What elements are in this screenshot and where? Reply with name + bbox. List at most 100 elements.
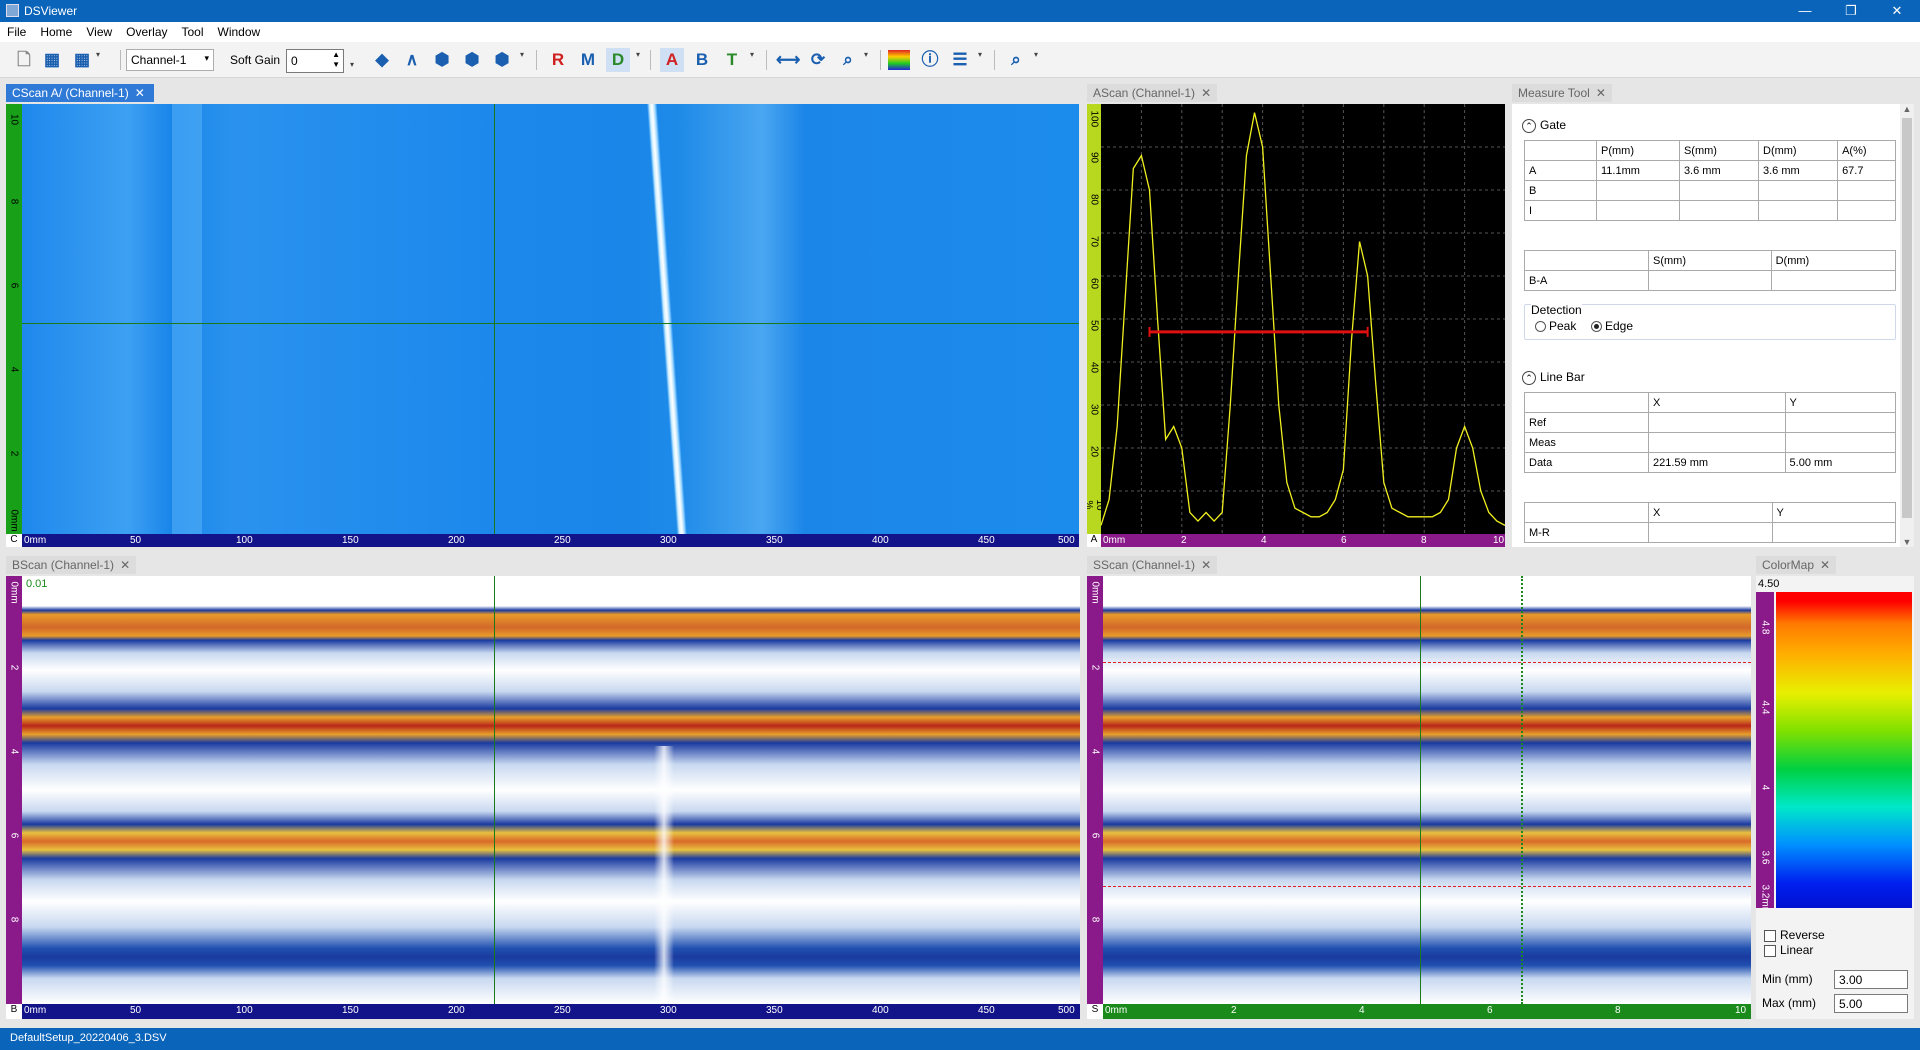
bscan-h-tick: 150 bbox=[342, 1005, 359, 1016]
min-label: Min (mm) bbox=[1762, 972, 1813, 986]
sscan-cursor-vertical[interactable] bbox=[1420, 576, 1421, 1004]
close-icon[interactable]: ✕ bbox=[1201, 558, 1211, 572]
chevron-down-icon[interactable]: ▾ bbox=[520, 50, 524, 59]
linebar-section-header[interactable]: ⌃ Line Bar bbox=[1522, 370, 1585, 385]
zoom-icon[interactable]: ⌕ bbox=[836, 48, 860, 72]
gate-i-icon[interactable]: T bbox=[720, 48, 744, 72]
refresh-icon[interactable]: ⟳ bbox=[806, 48, 830, 72]
new-file-icon[interactable]: 🗋 bbox=[12, 48, 36, 72]
menu-overlay[interactable]: Overlay bbox=[119, 22, 174, 42]
close-icon[interactable]: ✕ bbox=[135, 86, 145, 100]
cube-top-icon[interactable]: ⬢ bbox=[460, 48, 484, 72]
tab-bscan-label: BScan (Channel-1) bbox=[12, 558, 115, 572]
colormap-tick: 3.2mm bbox=[1759, 884, 1771, 909]
ref-cursor-icon[interactable]: R bbox=[546, 48, 570, 72]
tab-colormap[interactable]: ColorMap ✕ bbox=[1756, 556, 1837, 574]
measure-scrollbar[interactable]: ▲ ▼ bbox=[1900, 104, 1914, 547]
table-row[interactable]: A 11.1mm 3.6 mm 3.6 mm 67.7 bbox=[1524, 160, 1896, 181]
cscan-v-tick: 0mm bbox=[8, 509, 20, 532]
reverse-checkbox[interactable]: Reverse bbox=[1764, 928, 1825, 942]
radio-selected-icon[interactable] bbox=[1591, 321, 1602, 333]
chevron-down-icon[interactable]: ▾ bbox=[350, 60, 354, 69]
tab-cscan[interactable]: CScan A/ (Channel-1) ✕ bbox=[6, 84, 154, 102]
sscan-gate-bottom-line[interactable] bbox=[1103, 886, 1751, 887]
ascan-h-tick: 8 bbox=[1421, 535, 1427, 546]
list-icon[interactable]: ☰ bbox=[948, 48, 972, 72]
cscan-v-tick: 8 bbox=[8, 198, 20, 205]
cscan-image[interactable] bbox=[22, 104, 1079, 534]
colormap-panel: 4.50 4.8 4.4 4 3.6 3.2mm Reverse Linear … bbox=[1756, 576, 1914, 1019]
menu-file[interactable]: File bbox=[0, 22, 33, 42]
colormap-gradient[interactable] bbox=[1776, 592, 1912, 908]
meas-cursor-icon[interactable]: M bbox=[576, 48, 600, 72]
soft-gain-input[interactable]: 0 ▲ ▼ bbox=[286, 49, 344, 73]
spinner-arrows-icon[interactable]: ▲ ▼ bbox=[332, 50, 340, 70]
scroll-down-icon[interactable]: ▼ bbox=[1900, 537, 1914, 547]
collapse-icon[interactable]: ⌃ bbox=[1522, 119, 1536, 133]
ascan-wave-icon[interactable]: ∧ bbox=[400, 48, 424, 72]
maximize-button[interactable]: ❐ bbox=[1828, 0, 1874, 22]
detection-edge-option[interactable]: Edge bbox=[1591, 319, 1633, 333]
cube-side-icon[interactable]: ⬢ bbox=[490, 48, 514, 72]
table-row[interactable]: B bbox=[1524, 180, 1896, 201]
table-row[interactable]: M-R bbox=[1524, 522, 1896, 543]
detection-peak-option[interactable]: Peak bbox=[1535, 319, 1576, 333]
add-table-icon[interactable]: ▦ bbox=[70, 48, 94, 72]
close-icon[interactable]: ✕ bbox=[1596, 86, 1606, 100]
table-row[interactable]: Ref bbox=[1524, 412, 1897, 433]
sscan-cursor-dotted[interactable] bbox=[1521, 576, 1523, 1004]
table-row[interactable]: Meas bbox=[1524, 432, 1897, 453]
measure-width-icon[interactable]: ⟷ bbox=[776, 48, 800, 72]
min-input[interactable]: 3.00 bbox=[1834, 970, 1908, 989]
checkbox-icon[interactable] bbox=[1764, 929, 1776, 942]
chevron-down-icon[interactable]: ▾ bbox=[978, 50, 982, 59]
minimize-button[interactable]: — bbox=[1782, 0, 1828, 22]
close-icon[interactable]: ✕ bbox=[1820, 558, 1830, 572]
table-row[interactable]: B-A bbox=[1524, 270, 1897, 291]
add-file-icon[interactable]: ▦ bbox=[40, 48, 64, 72]
menu-tool[interactable]: Tool bbox=[175, 22, 211, 42]
collapse-icon[interactable]: ⌃ bbox=[1522, 371, 1536, 385]
tab-bscan[interactable]: BScan (Channel-1) ✕ bbox=[6, 556, 137, 574]
chevron-down-icon[interactable]: ▾ bbox=[96, 50, 100, 59]
radio-icon[interactable] bbox=[1535, 321, 1546, 333]
gate-a-icon[interactable]: A bbox=[660, 48, 684, 72]
gate-section-header[interactable]: ⌃ Gate bbox=[1522, 118, 1566, 133]
checkbox-icon[interactable] bbox=[1764, 944, 1776, 957]
menu-view[interactable]: View bbox=[79, 22, 119, 42]
cscan-cursor-vertical[interactable] bbox=[494, 104, 495, 534]
tab-ascan[interactable]: AScan (Channel-1) ✕ bbox=[1087, 84, 1218, 102]
cscan-cursor-horizontal[interactable] bbox=[22, 323, 1079, 324]
tab-measure-tool[interactable]: Measure Tool ✕ bbox=[1512, 84, 1612, 102]
bscan-image[interactable]: 0.01 bbox=[22, 576, 1080, 1004]
chevron-down-icon[interactable]: ▾ bbox=[1034, 50, 1038, 59]
mr-table: XY M-R bbox=[1524, 502, 1896, 543]
sscan-image[interactable] bbox=[1103, 576, 1751, 1004]
menu-window[interactable]: Window bbox=[211, 22, 268, 42]
chevron-down-icon[interactable]: ▾ bbox=[750, 50, 754, 59]
menu-home[interactable]: Home bbox=[33, 22, 79, 42]
close-icon[interactable]: ✕ bbox=[120, 558, 130, 572]
info-icon[interactable]: ⓘ bbox=[918, 48, 942, 72]
sscan-gate-top-line[interactable] bbox=[1103, 662, 1751, 663]
probe-icon[interactable]: ◆ bbox=[370, 48, 394, 72]
scroll-up-icon[interactable]: ▲ bbox=[1900, 104, 1914, 114]
scroll-thumb[interactable] bbox=[1902, 118, 1912, 518]
close-icon[interactable]: ✕ bbox=[1201, 86, 1211, 100]
chevron-down-icon[interactable]: ▾ bbox=[636, 50, 640, 59]
tab-sscan[interactable]: SScan (Channel-1) ✕ bbox=[1087, 556, 1218, 574]
report-search-icon[interactable]: ⌕ bbox=[1004, 48, 1028, 72]
table-row[interactable]: I bbox=[1524, 200, 1896, 221]
colormap-icon[interactable] bbox=[888, 50, 910, 70]
cube-icon[interactable]: ⬢ bbox=[430, 48, 454, 72]
channel-select[interactable]: Channel-1 ▾ bbox=[126, 49, 214, 71]
table-row[interactable]: Data 221.59 mm 5.00 mm bbox=[1524, 452, 1897, 473]
close-button[interactable]: ✕ bbox=[1874, 0, 1920, 22]
linear-checkbox[interactable]: Linear bbox=[1764, 943, 1813, 957]
chevron-down-icon[interactable]: ▾ bbox=[864, 50, 868, 59]
bscan-cursor-vertical[interactable] bbox=[494, 576, 495, 1004]
max-input[interactable]: 5.00 bbox=[1834, 994, 1908, 1013]
gate-b-icon[interactable]: B bbox=[690, 48, 714, 72]
data-cursor-icon[interactable]: D bbox=[606, 48, 630, 72]
ascan-plot[interactable] bbox=[1101, 104, 1505, 534]
